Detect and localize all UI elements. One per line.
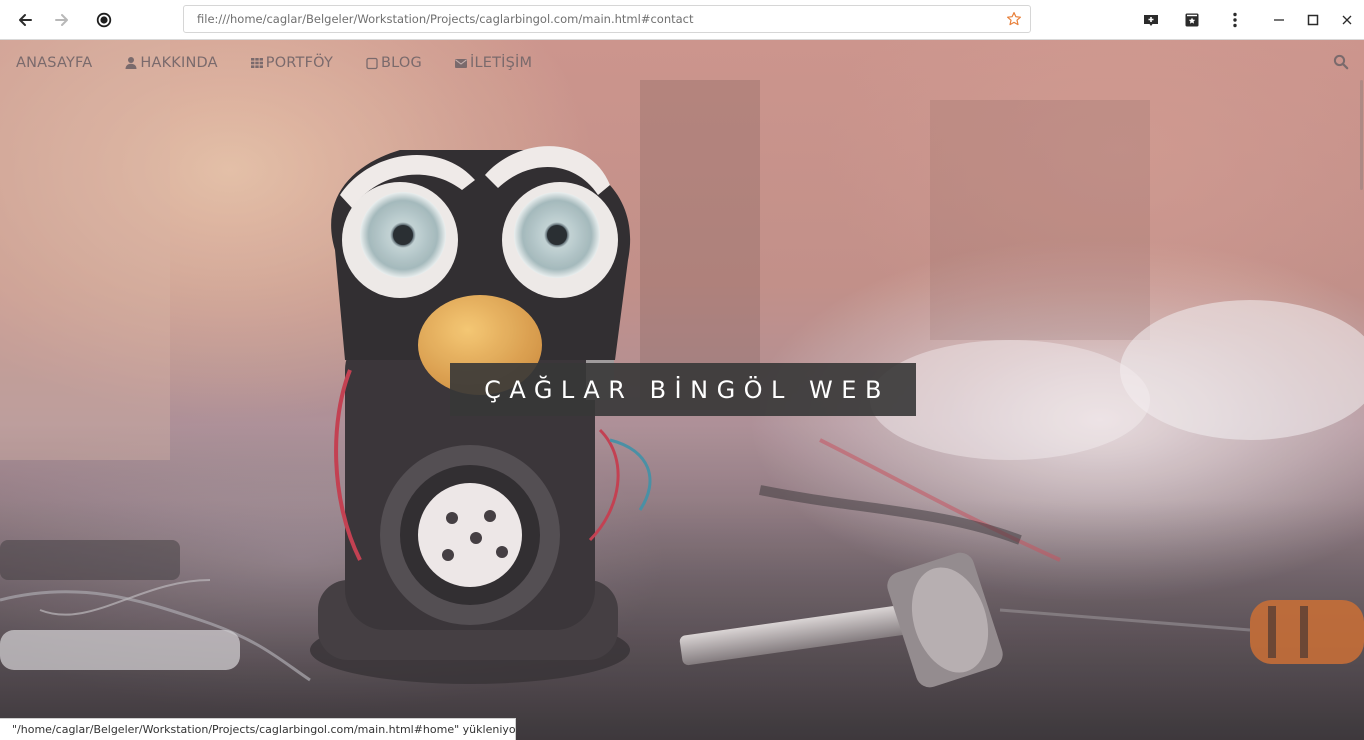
maximize-button[interactable] xyxy=(1299,6,1327,34)
nav-blog[interactable]: BLOG xyxy=(365,55,422,71)
close-icon xyxy=(1342,15,1352,25)
site-search-button[interactable] xyxy=(1333,54,1349,70)
hero-title: ÇAĞLAR BİNGÖL WEB xyxy=(450,363,916,416)
minimize-icon xyxy=(1274,19,1284,21)
site-navigation: ANASAYFA HAKKINDA PORTFÖY BLOG İLETİŞİM xyxy=(16,52,564,74)
back-arrow-icon xyxy=(19,14,32,26)
maximize-icon xyxy=(1307,14,1319,26)
minimize-button[interactable] xyxy=(1265,6,1293,34)
user-icon xyxy=(125,57,137,69)
back-button[interactable] xyxy=(11,6,39,34)
nav-contact[interactable]: İLETİŞİM xyxy=(454,55,532,71)
page-viewport: ANASAYFA HAKKINDA PORTFÖY BLOG İLETİŞİM … xyxy=(0,40,1364,740)
address-bar[interactable]: file:///home/caglar/Belgeler/Workstation… xyxy=(183,5,1031,33)
menu-button[interactable] xyxy=(1221,6,1249,34)
nav-about-label: HAKKINDA xyxy=(140,55,218,71)
nav-portfolio-label: PORTFÖY xyxy=(265,55,334,71)
browser-toolbar: file:///home/caglar/Belgeler/Workstation… xyxy=(0,0,1364,40)
bookmarks-button[interactable] xyxy=(1178,6,1206,34)
record-icon xyxy=(96,12,112,28)
page-scrollbar[interactable] xyxy=(1360,80,1363,190)
close-button[interactable] xyxy=(1333,6,1361,34)
envelope-icon xyxy=(454,59,467,68)
url-text[interactable]: file:///home/caglar/Belgeler/Workstation… xyxy=(197,6,694,32)
forward-button[interactable] xyxy=(48,6,76,34)
grid-icon xyxy=(250,58,263,68)
bookmarks-icon xyxy=(1185,13,1199,27)
nav-about[interactable]: HAKKINDA xyxy=(124,55,218,71)
search-icon xyxy=(1333,54,1349,70)
nav-home-label: ANASAYFA xyxy=(16,55,93,71)
nav-home[interactable]: ANASAYFA xyxy=(16,55,92,71)
add-bookmark-button[interactable] xyxy=(1137,6,1165,34)
menu-dots-icon xyxy=(1233,12,1237,28)
nav-contact-label: İLETİŞİM xyxy=(469,55,533,71)
forward-arrow-icon xyxy=(55,14,68,26)
square-icon xyxy=(366,57,378,70)
nav-portfolio[interactable]: PORTFÖY xyxy=(250,55,333,71)
status-bar: "/home/caglar/Belgeler/Workstation/Proje… xyxy=(0,718,516,740)
nav-blog-label: BLOG xyxy=(381,55,422,71)
stop-button[interactable] xyxy=(90,6,118,34)
add-bookmark-icon xyxy=(1144,15,1158,26)
star-icon[interactable] xyxy=(1006,11,1022,27)
